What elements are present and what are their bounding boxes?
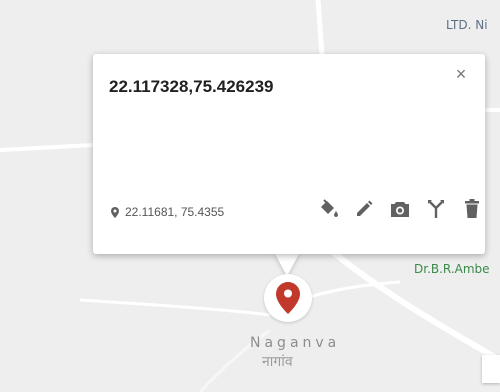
edit-button[interactable] xyxy=(352,197,376,221)
trash-icon xyxy=(465,199,479,218)
photo-button[interactable] xyxy=(388,197,412,221)
popup-title: 22.117328,75.426239 xyxy=(109,77,274,96)
popup-tail xyxy=(274,252,300,276)
map-marker[interactable] xyxy=(264,274,312,322)
location-coordinates: 22.11681, 75.4355 xyxy=(125,205,225,219)
map-label-top: LTD. Ni xyxy=(446,18,488,32)
info-popup: 22.117328,75.426239 × 22.11681, 75.4355 xyxy=(93,54,485,254)
popup-actions xyxy=(316,197,484,221)
map-label-town-local: नागांव xyxy=(262,354,293,370)
map-pin-icon xyxy=(276,282,300,314)
route-icon xyxy=(428,200,444,218)
map-label-road: Dr.B.R.Ambe xyxy=(414,262,490,276)
pencil-icon xyxy=(357,200,373,216)
location-pin-icon xyxy=(111,206,119,218)
location-row: 22.11681, 75.4355 xyxy=(111,205,224,219)
camera-icon xyxy=(391,202,409,217)
directions-button[interactable] xyxy=(424,197,448,221)
paint-bucket-icon xyxy=(321,199,338,217)
delete-button[interactable] xyxy=(460,197,484,221)
close-button[interactable]: × xyxy=(451,64,471,84)
style-button[interactable] xyxy=(316,197,340,221)
map-label-town: Naganva xyxy=(250,335,341,351)
map-control-button[interactable] xyxy=(482,355,500,383)
